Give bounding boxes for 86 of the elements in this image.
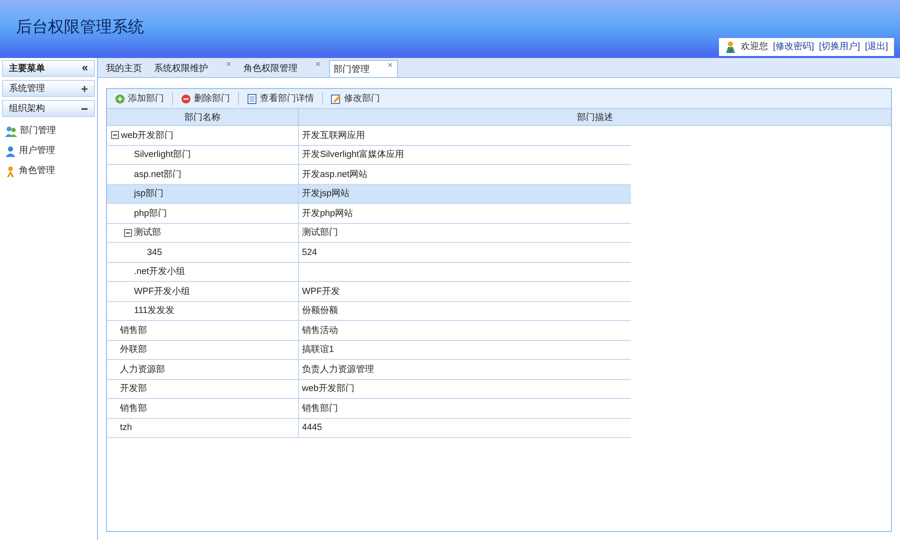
table-row[interactable]: 销售部 销售活动 xyxy=(107,321,631,340)
tab-label: 我的主页 xyxy=(106,62,142,75)
menu-item-label: 部门管理 xyxy=(20,124,56,138)
person-icon xyxy=(5,166,16,176)
table-cell: 开发asp.net网站 xyxy=(302,168,368,181)
table-cell-text: 负责人力资源管理 xyxy=(302,362,374,376)
table-cell-text: 4445 xyxy=(302,421,322,434)
close-icon[interactable]: × xyxy=(226,60,232,69)
collapse-toggle[interactable]: − xyxy=(80,102,88,114)
toolbar-button[interactable]: 删除部门 xyxy=(177,90,234,106)
table-row[interactable]: Silverlight部门 开发Silverlight富媒体应用 xyxy=(107,146,631,165)
table-cell-text: 销售活动 xyxy=(302,324,338,336)
table-row[interactable]: 销售部 销售部门 xyxy=(107,399,631,418)
table-cell-text: 开发部 xyxy=(120,382,147,395)
toolbar-button[interactable]: 修改部门 xyxy=(327,90,384,106)
plus-circle-icon xyxy=(115,94,125,104)
table-cell: php部门 xyxy=(134,206,168,220)
table-cell-text: Silverlight部门 xyxy=(134,148,192,161)
table-row[interactable]: tzh 4445 xyxy=(107,418,631,438)
people-icon xyxy=(5,126,17,136)
table-cell-text: 销售部门 xyxy=(302,402,338,414)
table-cell-text: WPF开发 xyxy=(302,284,340,298)
table-cell-text: WPF开发小组 xyxy=(134,284,190,298)
table-row[interactable]: WPF开发小组 WPF开发 xyxy=(107,282,631,302)
table-row[interactable]: 345 524 xyxy=(107,243,631,262)
minus-circle-icon xyxy=(181,94,191,104)
table-cell-text: jsp部门 xyxy=(134,187,164,200)
tab[interactable]: 部门管理 × xyxy=(328,60,398,77)
table-cell-text: 开发jsp网站 xyxy=(302,187,350,200)
header-link[interactable]: [修改密码] xyxy=(772,40,814,54)
table-cell-text: 搞联谊1 xyxy=(302,343,334,356)
header-link[interactable]: [退出] xyxy=(864,40,888,54)
section-header[interactable]: 系统管理 + xyxy=(2,80,95,97)
table-cell-text: 345 xyxy=(147,246,162,258)
collapse-button[interactable]: « xyxy=(82,63,88,74)
menu-item[interactable]: 角色管理 xyxy=(0,161,97,181)
menu-item[interactable]: 部门管理 xyxy=(0,121,97,141)
table-row[interactable]: 开发部 web开发部门 xyxy=(107,380,631,399)
table-row[interactable]: 测试部 测试部门 xyxy=(107,224,631,243)
table-cell: asp.net部门 xyxy=(134,168,182,181)
table-cell: 开发php网站 xyxy=(302,206,354,220)
table-cell-text: 外联部 xyxy=(120,343,147,356)
section-label: 系统管理 xyxy=(9,82,45,95)
table-cell-text: tzh xyxy=(120,421,132,434)
table-row[interactable]: php部门 开发php网站 xyxy=(107,204,631,224)
people-icon xyxy=(724,40,736,54)
table-cell-text: 524 xyxy=(302,246,318,258)
tab-label: 角色权限管理 xyxy=(243,62,298,75)
table-cell-text: 开发互联网应用 xyxy=(302,128,365,142)
close-icon[interactable]: × xyxy=(315,60,321,69)
table-row[interactable]: asp.net部门 开发asp.net网站 xyxy=(107,165,631,184)
table-cell-text: 人力资源部 xyxy=(120,362,165,376)
table-cell-text: 111发发发 xyxy=(134,304,175,317)
app-title: 后台权限管理系统 xyxy=(16,18,144,38)
welcome-text: 欢迎您 xyxy=(740,40,768,54)
header-link[interactable]: [切换用户] xyxy=(818,40,860,54)
table-row[interactable]: 111发发发 份额份额 xyxy=(107,302,631,321)
section-label: 组织架构 xyxy=(9,102,45,115)
menu-item-label: 角色管理 xyxy=(19,164,55,178)
edit-icon xyxy=(331,94,341,104)
table-cell-text: web开发部门 xyxy=(121,128,174,142)
table-cell-text: 销售部 xyxy=(120,324,147,336)
section-header[interactable]: 组织架构 − xyxy=(2,100,95,117)
tab-label: 系统权限维护 xyxy=(154,62,208,75)
table-cell-text: 销售部 xyxy=(120,402,147,414)
close-icon[interactable]: × xyxy=(388,61,393,70)
table-cell-text: 份额份额 xyxy=(302,304,338,317)
toolbar-button[interactable]: 查看部门详情 xyxy=(243,90,318,106)
table-row[interactable]: .net开发小组 xyxy=(107,262,631,282)
toolbar-button[interactable]: 添加部门 xyxy=(111,90,168,106)
person-icon xyxy=(5,146,16,156)
table-cell-text: 测试部 xyxy=(134,226,161,239)
tab-label: 部门管理 xyxy=(334,63,370,76)
table-row[interactable]: 外联部 搞联谊1 xyxy=(107,340,631,360)
expand-toggle[interactable]: + xyxy=(80,82,88,94)
menu-title: 主要菜单 xyxy=(9,62,45,75)
table-row[interactable]: 人力资源部 负责人力资源管理 xyxy=(107,360,631,380)
menu-item[interactable]: 用户管理 xyxy=(0,141,97,161)
document-icon xyxy=(247,94,257,104)
table-cell-text: 测试部门 xyxy=(302,226,338,239)
table-cell-text: web开发部门 xyxy=(302,382,355,395)
menu-item-label: 用户管理 xyxy=(19,144,55,158)
table-cell-text: .net开发小组 xyxy=(134,265,186,278)
table-row[interactable]: web开发部门 开发互联网应用 xyxy=(107,126,631,146)
table-cell-text: 开发Silverlight富媒体应用 xyxy=(302,148,404,161)
table-row[interactable]: jsp部门 开发jsp网站 xyxy=(107,184,631,204)
